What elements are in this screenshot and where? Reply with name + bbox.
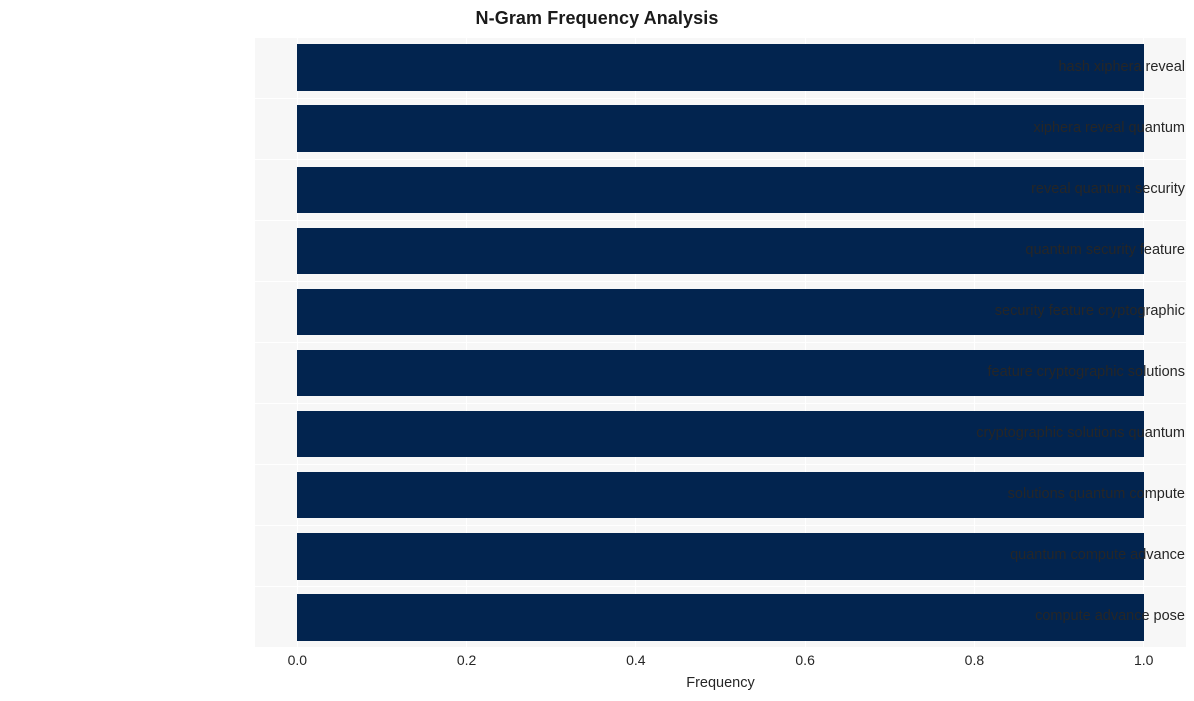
y-tick-label: feature cryptographic solutions: [987, 364, 1185, 381]
y-tick-label: cryptographic solutions quantum: [976, 425, 1185, 442]
y-gridline: [255, 280, 1186, 282]
y-gridline: [255, 158, 1186, 160]
x-tick-label: 0.8: [964, 652, 985, 668]
chart-title: N-Gram Frequency Analysis: [475, 8, 719, 28]
x-axis-label: Frequency: [686, 675, 755, 691]
chart-figure: N-Gram Frequency Analysis hash xiphera r…: [0, 0, 1194, 701]
y-gridline: [255, 586, 1186, 588]
y-gridline: [255, 37, 1186, 38]
y-tick-label: compute advance pose: [1035, 608, 1185, 625]
y-tick-label: quantum compute advance: [1010, 547, 1185, 564]
x-tick-label: 0.2: [456, 652, 477, 668]
x-tick-label: 0.4: [626, 652, 646, 668]
y-gridline: [255, 403, 1186, 405]
y-gridline: [255, 647, 1186, 648]
y-gridline: [255, 464, 1186, 466]
y-tick-label: solutions quantum compute: [1007, 486, 1185, 503]
y-gridline: [255, 97, 1186, 99]
y-gridline: [255, 525, 1186, 527]
y-gridline: [255, 219, 1186, 221]
y-tick-label: quantum security feature: [1025, 241, 1185, 258]
y-gridline: [255, 341, 1186, 344]
x-tick-label: 0.6: [795, 652, 815, 668]
y-tick-label: security feature cryptographic: [994, 302, 1185, 319]
y-tick-label: hash xiphera reveal: [1058, 58, 1185, 75]
y-tick-label: reveal quantum security: [1031, 180, 1185, 197]
x-tick-label: 0.0: [287, 652, 308, 668]
y-tick-label: xiphera reveal quantum: [1033, 119, 1185, 136]
x-tick-label: 1.0: [1133, 652, 1154, 668]
